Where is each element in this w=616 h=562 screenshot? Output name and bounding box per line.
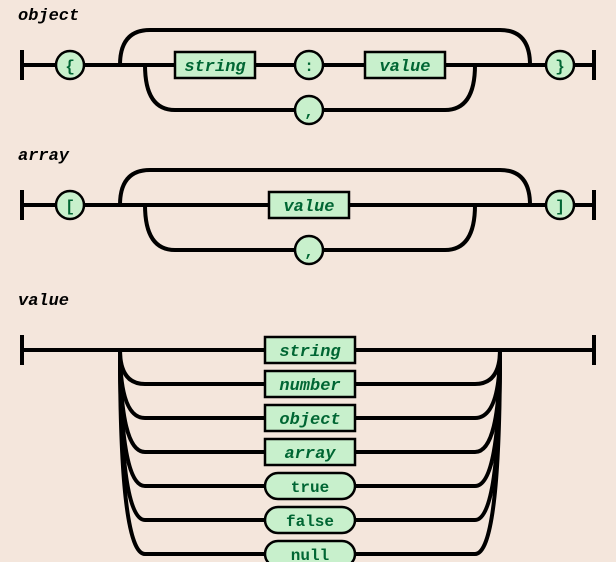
terminal-true-label: true [291,479,329,497]
terminal-colon-label: : [304,58,314,76]
nonterminal-object-label: object [279,411,340,430]
diagram-array: array [ value ] , [18,147,594,264]
diagram-object: object { string : value } , [18,7,594,124]
nonterminal-string-label: string [279,343,341,362]
terminal-comma-array-label: , [304,243,314,261]
diagram-value: value string number object array true false nu… [18,292,594,562]
terminal-open-brace-label: { [65,58,75,76]
value-alternatives: string number object array true false null [120,337,500,562]
terminal-false-label: false [286,513,334,531]
terminal-close-bracket-label: ] [555,198,565,216]
diagram-title-array: array [18,147,70,166]
terminal-close-brace-label: } [555,58,565,76]
nonterminal-value-label: value [379,58,430,77]
diagram-title-object: object [18,7,79,26]
terminal-comma-object-label: , [304,103,314,121]
nonterminal-array-label: array [284,445,336,464]
nonterminal-string-label: string [184,58,246,77]
railroad-diagram-set: .rail { fill:none; stroke:#000; stroke-w… [0,0,616,562]
diagram-title-value: value [18,292,69,311]
terminal-null-label: null [291,547,329,562]
nonterminal-number-label: number [279,377,340,396]
nonterminal-value-array-label: value [283,198,334,217]
terminal-open-bracket-label: [ [65,198,75,216]
